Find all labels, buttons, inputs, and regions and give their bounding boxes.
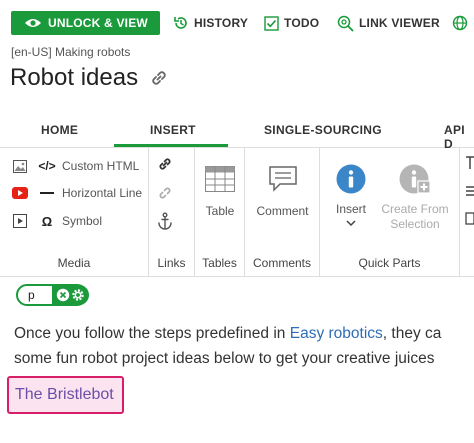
history-label: HISTORY — [194, 16, 249, 30]
todo-button[interactable]: TODO — [264, 14, 319, 32]
comment-button[interactable]: Comment — [245, 166, 320, 218]
quick-parts-group-label: Quick Parts — [358, 256, 421, 270]
tables-group: Table Tables — [195, 148, 245, 276]
custom-html-label: Custom HTML — [62, 159, 140, 173]
history-icon — [174, 17, 187, 29]
image-icon[interactable] — [12, 159, 28, 173]
paragraph-line-1: Once you follow the steps predefined in … — [14, 321, 474, 346]
selected-heading[interactable]: The Bristlebot — [7, 376, 124, 414]
breadcrumb: [en-US] Making robots — [11, 45, 131, 59]
links-group-label: Links — [157, 256, 186, 270]
tables-group-label: Tables — [202, 256, 237, 270]
close-icon[interactable] — [56, 288, 70, 302]
create-from-selection-button[interactable]: Create From Selection — [378, 164, 452, 232]
gear-icon[interactable] — [71, 288, 85, 302]
table-button[interactable]: Table — [195, 166, 245, 218]
horizontal-line-icon[interactable] — [38, 191, 56, 195]
paragraph-line-2: some fun robot project ideas below to ge… — [14, 350, 435, 367]
anchor-icon[interactable] — [157, 212, 173, 230]
page-title-text: Robot ideas — [10, 64, 139, 91]
element-tag-pill[interactable]: p — [16, 284, 89, 306]
horizontal-line-row[interactable]: Horizontal Line — [12, 184, 142, 202]
create-from-label: Create From — [381, 202, 449, 216]
link-viewer-button[interactable]: LINK VIEWER — [337, 14, 440, 32]
active-tab-indicator — [114, 144, 228, 147]
quick-parts-group: Insert Create From Selection Quick Parts — [320, 148, 460, 276]
tab-single-sourcing[interactable]: SINGLE-SOURCING — [264, 123, 382, 137]
tab-api[interactable]: API D — [444, 123, 474, 151]
link-viewer-label: LINK VIEWER — [359, 16, 440, 30]
list-icon[interactable] — [465, 185, 474, 197]
unlock-view-button[interactable]: UNLOCK & VIEW — [11, 11, 160, 35]
history-button[interactable]: HISTORY — [173, 14, 248, 32]
symbol-label: Symbol — [62, 214, 103, 228]
youtube-icon[interactable] — [12, 186, 28, 200]
ribbon-tabs: HOME INSERT SINGLE-SOURCING API D — [0, 118, 474, 151]
selection-label: Selection — [390, 217, 440, 231]
frame-icon[interactable] — [465, 212, 474, 225]
tab-insert[interactable]: INSERT — [150, 123, 196, 137]
media-group-label: Media — [57, 256, 91, 270]
paragraph-text-cont: , they ca — [382, 325, 442, 342]
table-icon — [205, 166, 235, 192]
links-group: Links — [149, 148, 195, 276]
link-icon[interactable] — [148, 67, 170, 89]
text-format-icon[interactable] — [465, 156, 474, 170]
ribbon-insert-panel: </> Custom HTML Horizontal Line Ω Symbol… — [0, 148, 474, 277]
code-icon[interactable]: </> — [38, 159, 56, 173]
chevron-down-icon — [346, 220, 356, 226]
page-title: Robot ideas — [10, 64, 170, 92]
heading-text: The Bristlebot — [15, 386, 114, 403]
symbol-row[interactable]: Ω Symbol — [12, 212, 102, 230]
link-viewer-icon — [337, 15, 354, 32]
insert-quick-part-button[interactable]: Insert — [326, 164, 376, 226]
insert-label: Insert — [335, 202, 366, 216]
horizontal-line-label: Horizontal Line — [62, 186, 143, 200]
comment-label: Comment — [256, 204, 309, 218]
comments-group: Comment Comments — [245, 148, 320, 276]
unlink-icon[interactable] — [157, 185, 173, 201]
media-group: </> Custom HTML Horizontal Line Ω Symbol… — [0, 148, 149, 276]
insert-link-icon[interactable] — [157, 156, 173, 172]
checkbox-icon — [264, 15, 279, 31]
element-tag-actions — [52, 285, 89, 305]
custom-html-row[interactable]: </> Custom HTML — [12, 157, 139, 175]
unlock-view-label: UNLOCK & VIEW — [48, 16, 148, 30]
omega-icon[interactable]: Ω — [38, 214, 56, 229]
todo-label: TODO — [284, 16, 320, 30]
video-icon[interactable] — [12, 214, 28, 228]
globe-button[interactable] — [452, 14, 473, 32]
comments-group-label: Comments — [252, 256, 311, 270]
table-label: Table — [205, 204, 235, 218]
element-tag-name: p — [28, 288, 35, 302]
paragraph-text: Once you follow the steps predefined in — [14, 325, 290, 342]
top-toolbar: UNLOCK & VIEW HISTORY TODO LINK VIEWER — [0, 0, 474, 46]
partial-group — [460, 148, 474, 276]
easy-robotics-link[interactable]: Easy robotics — [290, 325, 383, 342]
create-info-icon — [399, 164, 431, 194]
content-paragraph[interactable]: Once you follow the steps predefined in … — [14, 321, 474, 371]
info-icon — [336, 164, 366, 194]
comment-icon — [268, 166, 297, 192]
globe-icon — [452, 15, 468, 31]
tab-home[interactable]: HOME — [41, 123, 78, 137]
eye-icon — [25, 19, 41, 27]
